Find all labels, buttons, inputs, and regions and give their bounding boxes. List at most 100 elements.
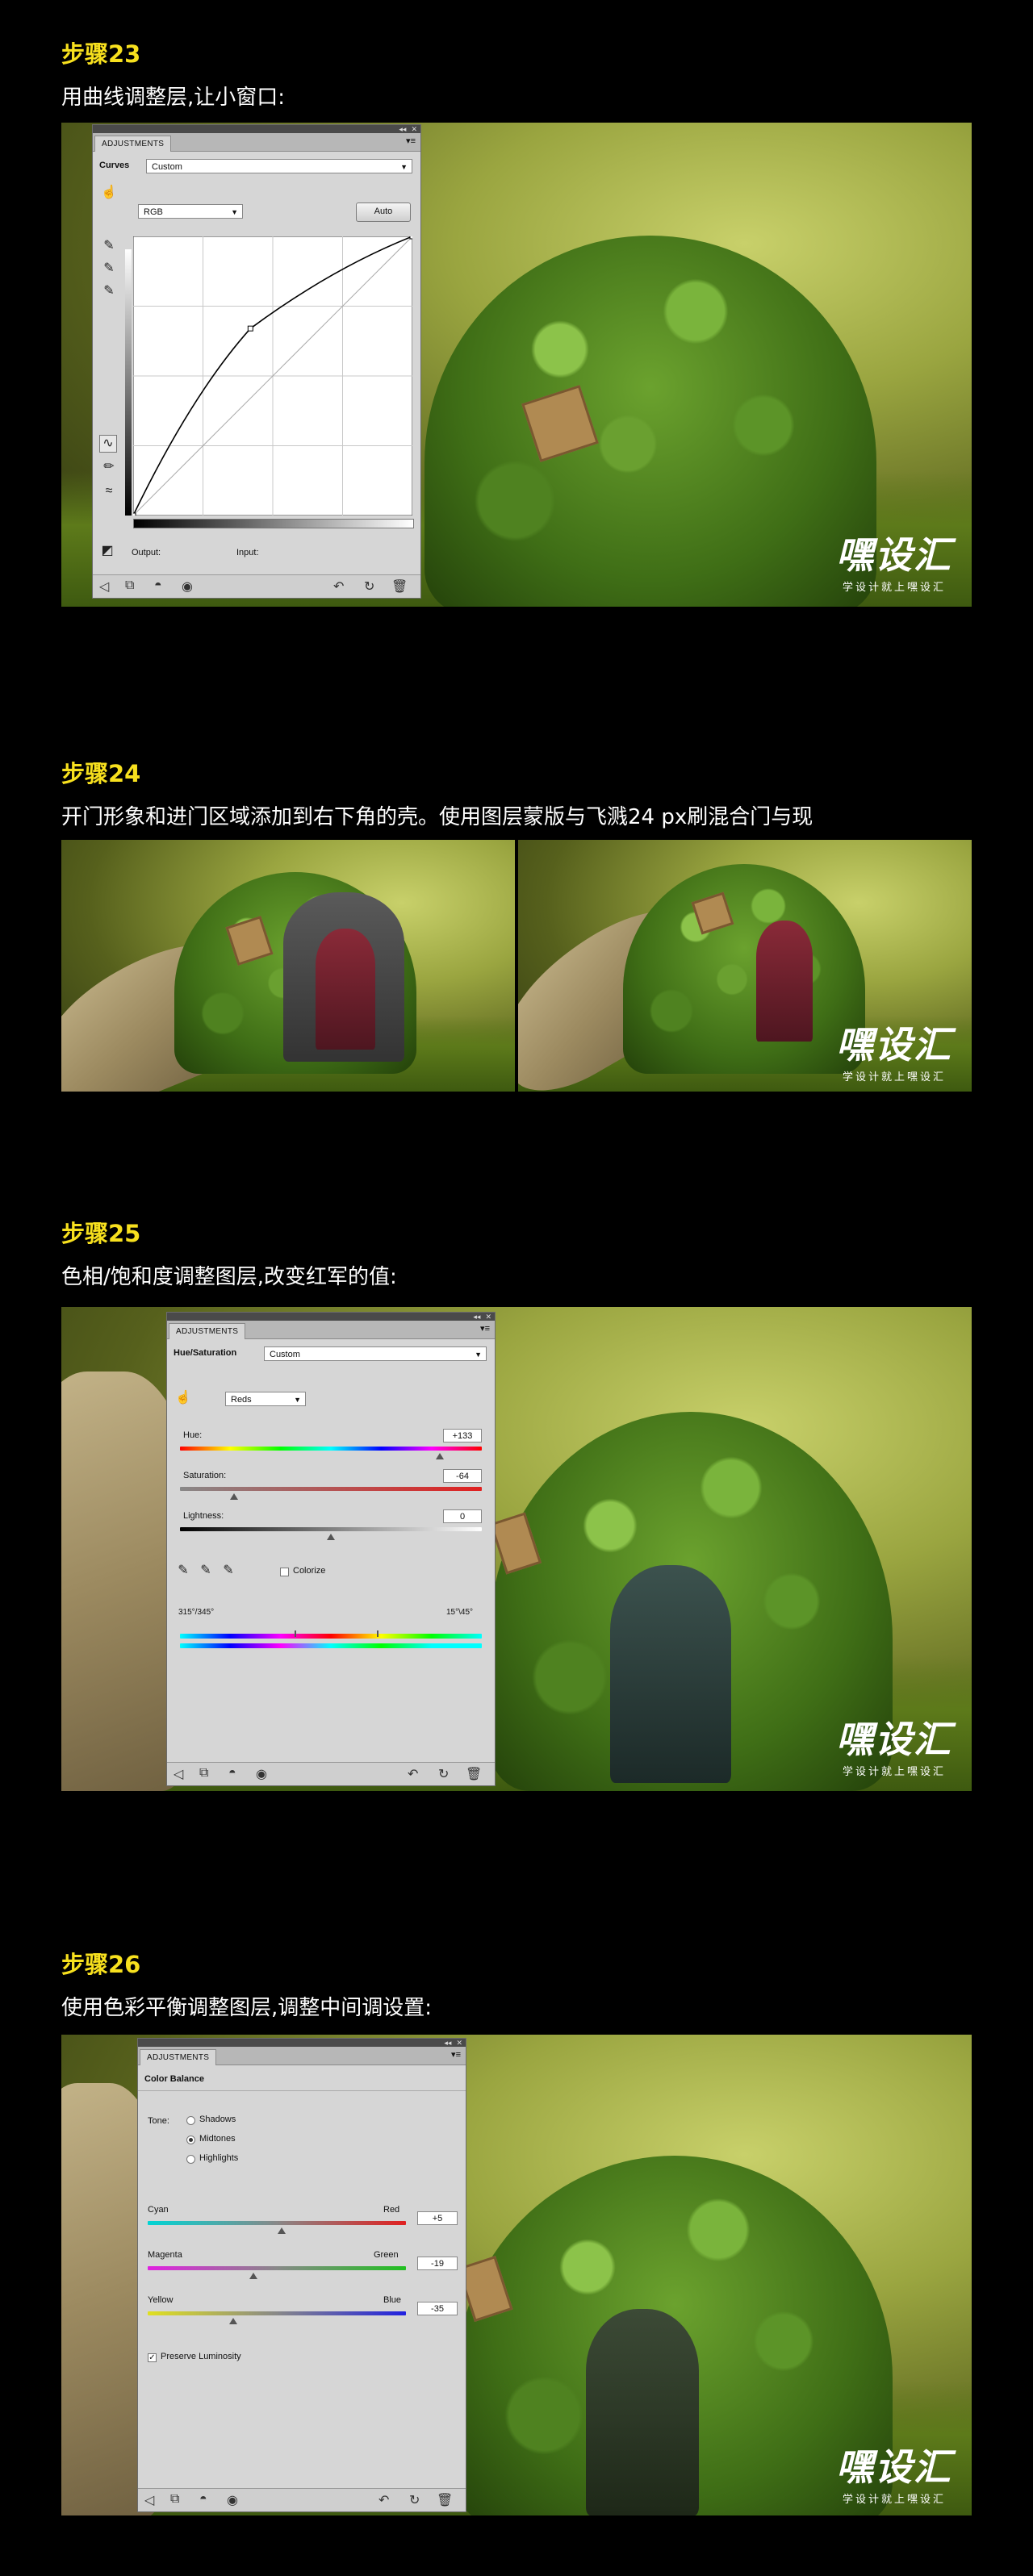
show-clipping-icon[interactable]: ◩ <box>99 543 115 559</box>
adjustments-tab[interactable]: ADJUSTMENTS <box>140 2049 217 2065</box>
reset-icon[interactable]: ↻ <box>438 1766 449 1782</box>
panel-menu-icon[interactable]: ▾≡ <box>480 1323 490 1334</box>
curve-control-point[interactable] <box>133 512 136 516</box>
watermark-logo: 嘿设汇 <box>836 533 952 577</box>
magenta-green-slider-track[interactable] <box>148 2266 406 2270</box>
reset-icon[interactable]: ↻ <box>364 578 374 595</box>
channel-dropdown[interactable]: Reds ▼ <box>225 1392 306 1406</box>
saturation-slider-thumb[interactable] <box>230 1493 239 1500</box>
back-arrow-icon[interactable]: ◁ <box>144 2492 154 2508</box>
curve-control-point[interactable] <box>409 236 412 240</box>
black-point-eyedropper-icon[interactable]: ✎ <box>101 238 117 254</box>
colorize-checkbox[interactable] <box>280 1568 289 1576</box>
dark-door <box>586 2309 699 2515</box>
saturation-slider-track[interactable] <box>180 1487 482 1491</box>
panel-menu-icon[interactable]: ▾≡ <box>451 2049 461 2060</box>
delete-trash-icon[interactable]: 🗑 <box>466 1766 482 1782</box>
visibility-eye-icon[interactable]: ◉ <box>256 1766 267 1782</box>
clip-layer-icon[interactable]: ◓ <box>199 2492 207 2507</box>
delete-trash-icon[interactable]: 🗑 <box>391 578 408 595</box>
previous-state-icon[interactable]: ↶ <box>378 2492 389 2508</box>
saturation-value-field[interactable]: -64 <box>443 1469 482 1483</box>
red-door <box>316 929 375 1050</box>
back-arrow-icon[interactable]: ◁ <box>174 1766 183 1782</box>
collapse-icon[interactable]: ◂◂ <box>399 125 406 133</box>
lightness-slider-track[interactable] <box>180 1527 482 1531</box>
adjustments-tab[interactable]: ADJUSTMENTS <box>94 136 172 152</box>
yellow-blue-value-field[interactable]: -35 <box>417 2302 458 2315</box>
hue-range-selector[interactable] <box>295 1630 378 1637</box>
collapse-icon[interactable]: ◂◂ <box>473 1313 480 1321</box>
preset-dropdown[interactable]: Custom ▼ <box>264 1346 487 1361</box>
clip-layer-icon[interactable]: ◓ <box>154 578 162 593</box>
tone-midtones-label: Midtones <box>199 2134 236 2144</box>
collapse-icon[interactable]: ◂◂ <box>444 2039 451 2047</box>
adjustments-tab[interactable]: ADJUSTMENTS <box>169 1323 246 1339</box>
tone-label: Tone: <box>148 2116 169 2126</box>
on-image-adjust-icon[interactable]: ☝ <box>101 185 117 201</box>
radio-shadows[interactable] <box>186 2116 195 2125</box>
panel-menu-icon[interactable]: ▾≡ <box>406 136 416 146</box>
cyan-red-slider-thumb[interactable] <box>278 2227 286 2234</box>
hue-range-bar-bottom <box>180 1643 482 1648</box>
curve-point-tool-icon[interactable]: ∿ <box>99 435 117 453</box>
clip-layer-icon[interactable]: ◓ <box>228 1766 236 1781</box>
magenta-green-value-field[interactable]: -19 <box>417 2257 458 2270</box>
previous-state-icon[interactable]: ↶ <box>408 1766 418 1782</box>
step-23-title: 步骤23 <box>61 40 141 68</box>
pencil-tool-icon[interactable]: ✏ <box>101 459 117 475</box>
adjustment-type-label: Hue/Saturation <box>174 1348 237 1358</box>
lightness-slider-thumb[interactable] <box>327 1534 335 1540</box>
close-icon[interactable]: ✕ <box>485 1313 491 1321</box>
close-icon[interactable]: ✕ <box>411 125 417 133</box>
curve-control-point[interactable] <box>247 325 253 332</box>
hue-value-field[interactable]: +133 <box>443 1429 482 1442</box>
colorize-label: Colorize <box>293 1566 326 1576</box>
expanded-view-icon[interactable]: ⧉ <box>125 578 134 593</box>
back-arrow-icon[interactable]: ◁ <box>99 578 109 595</box>
output-label: Output: <box>132 548 161 557</box>
eyedropper-minus-icon[interactable]: ✎ <box>220 1563 236 1579</box>
curves-graph[interactable] <box>133 236 412 516</box>
radio-midtones[interactable] <box>186 2136 195 2144</box>
yellow-blue-slider-track[interactable] <box>148 2311 406 2315</box>
smooth-curve-icon[interactable]: ≈ <box>101 483 117 499</box>
watermark-subtitle: 学设计就上嘿设汇 <box>842 1071 946 1083</box>
visibility-eye-icon[interactable]: ◉ <box>182 578 193 595</box>
visibility-eye-icon[interactable]: ◉ <box>227 2492 238 2508</box>
expanded-view-icon[interactable]: ⧉ <box>170 2492 179 2507</box>
eyedropper-icon[interactable]: ✎ <box>175 1563 191 1579</box>
lightness-label: Lightness: <box>183 1511 224 1521</box>
channel-dropdown[interactable]: RGB ▼ <box>138 204 243 219</box>
adjustment-type-label: Curves <box>99 161 130 170</box>
cyan-red-slider-track[interactable] <box>148 2221 406 2225</box>
delete-trash-icon[interactable]: 🗑 <box>437 2492 453 2508</box>
yellow-blue-slider-thumb[interactable] <box>228 2318 237 2324</box>
blue-label: Blue <box>383 2295 402 2305</box>
watermark-logo: 嘿设汇 <box>836 1023 952 1067</box>
hue-slider-thumb[interactable] <box>435 1453 444 1459</box>
preset-dropdown[interactable]: Custom ▼ <box>146 159 412 173</box>
watermark: 嘿设汇 学设计就上嘿设汇 <box>836 1721 952 1778</box>
auto-button[interactable]: Auto <box>356 202 411 222</box>
radio-highlights[interactable] <box>186 2155 195 2164</box>
chevron-down-icon: ▼ <box>231 208 238 216</box>
channel-value: RGB <box>144 207 163 217</box>
on-image-adjust-icon[interactable]: ☝ <box>175 1390 191 1406</box>
range-right-label: 15°\45° <box>446 1608 474 1617</box>
white-point-eyedropper-icon[interactable]: ✎ <box>101 283 117 299</box>
close-icon[interactable]: ✕ <box>456 2039 462 2047</box>
channel-value: Reds <box>231 1395 252 1405</box>
eyedropper-plus-icon[interactable]: ✎ <box>198 1563 214 1579</box>
previous-state-icon[interactable]: ↶ <box>333 578 344 595</box>
step-24-title: 步骤24 <box>61 760 141 787</box>
step-25-title: 步骤25 <box>61 1220 141 1247</box>
hue-slider-track[interactable] <box>180 1447 482 1451</box>
cyan-red-value-field[interactable]: +5 <box>417 2211 458 2225</box>
magenta-green-slider-thumb[interactable] <box>249 2273 258 2279</box>
gray-point-eyedropper-icon[interactable]: ✎ <box>101 261 117 277</box>
expanded-view-icon[interactable]: ⧉ <box>199 1766 208 1781</box>
preserve-luminosity-checkbox[interactable]: ✓ <box>148 2353 157 2362</box>
lightness-value-field[interactable]: 0 <box>443 1509 482 1523</box>
reset-icon[interactable]: ↻ <box>409 2492 420 2508</box>
